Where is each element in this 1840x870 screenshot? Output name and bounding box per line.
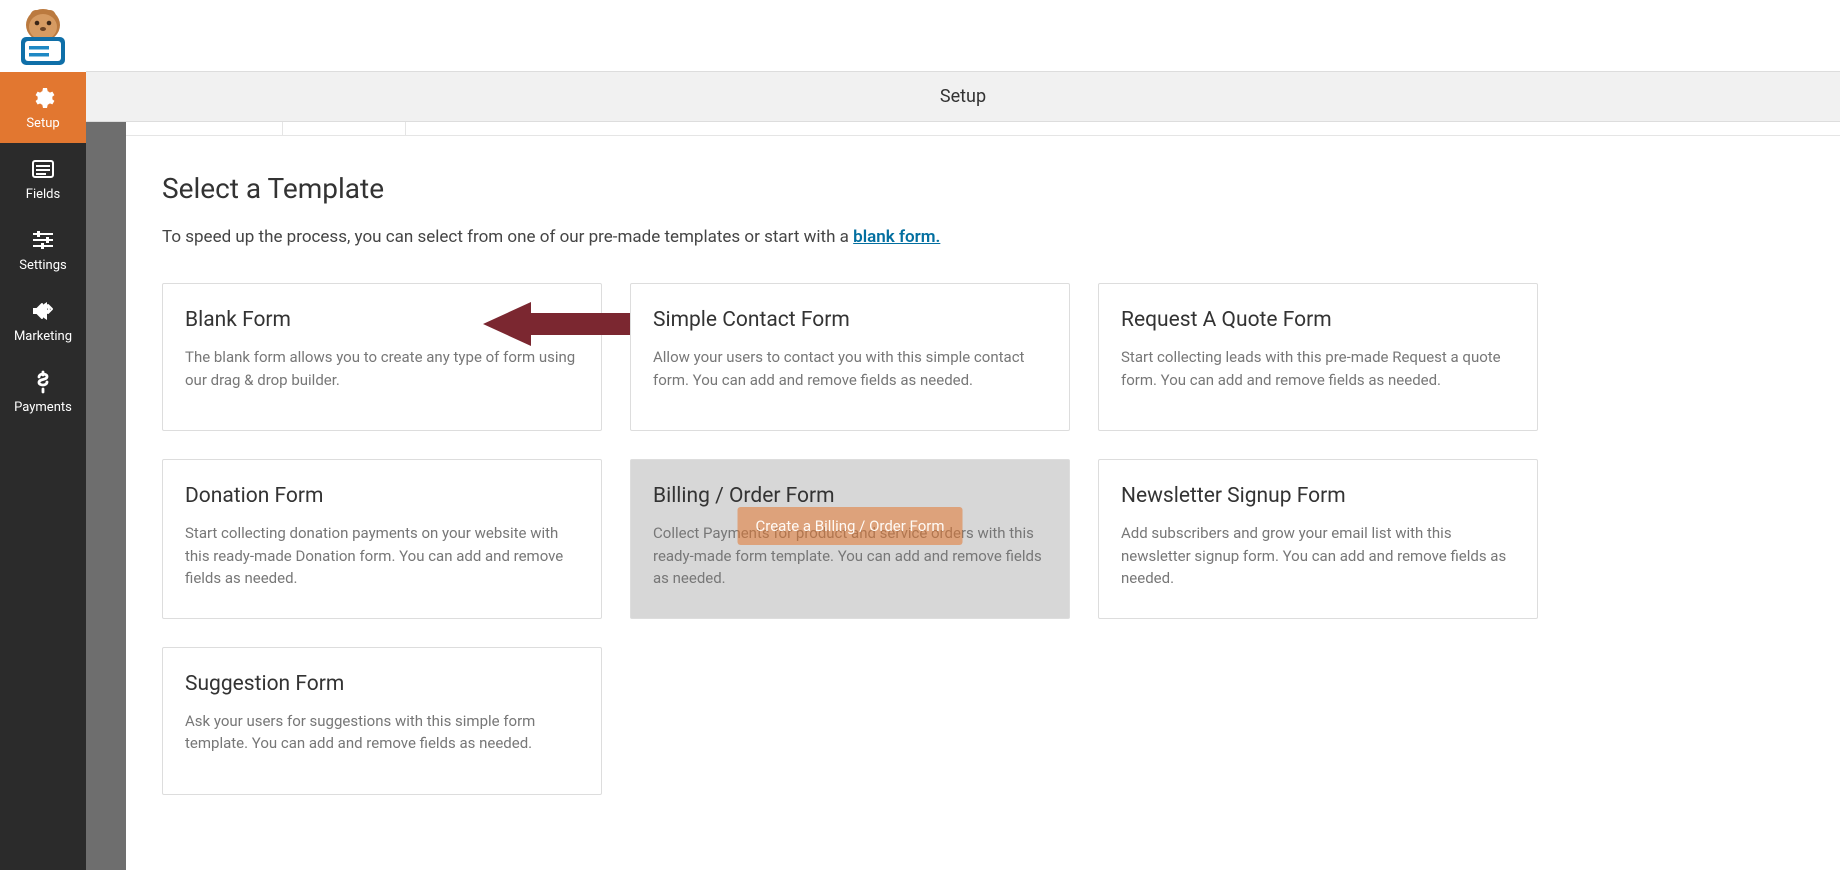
template-desc: Start collecting leads with this pre-mad… [1121, 346, 1515, 391]
template-title: Newsletter Signup Form [1121, 484, 1515, 508]
dollar-icon [30, 370, 56, 394]
wpforms-logo-icon [11, 7, 75, 65]
page-subtitle: To speed up the process, you can select … [162, 227, 1650, 247]
nav-label: Marketing [14, 329, 72, 344]
template-simple-contact-form[interactable]: Simple Contact Form Allow your users to … [630, 283, 1070, 431]
template-desc: Allow your users to contact you with thi… [653, 346, 1047, 391]
main-area: Setup Select a Template To speed up the … [86, 0, 1840, 870]
nav-label: Payments [14, 400, 72, 415]
nav-item-marketing[interactable]: Marketing [0, 285, 86, 356]
nav-label: Settings [19, 258, 66, 273]
template-desc: Add subscribers and grow your email list… [1121, 522, 1515, 590]
template-billing-order-form[interactable]: Billing / Order Form Collect Payments fo… [630, 459, 1070, 619]
template-title: Donation Form [185, 484, 579, 508]
template-title: Simple Contact Form [653, 308, 1047, 332]
template-grid: Blank Form The blank form allows you to … [162, 283, 1650, 795]
nav-item-fields[interactable]: Fields [0, 143, 86, 214]
template-suggestion-form[interactable]: Suggestion Form Ask your users for sugge… [162, 647, 602, 795]
template-blank-form[interactable]: Blank Form The blank form allows you to … [162, 283, 602, 431]
sidebar: Setup Fields Settings Marketing Payments [0, 0, 86, 870]
template-desc: The blank form allows you to create any … [185, 346, 579, 391]
template-title: Suggestion Form [185, 672, 579, 696]
sliders-icon [30, 228, 56, 252]
template-desc: Ask your users for suggestions with this… [185, 710, 579, 755]
list-icon [30, 157, 56, 181]
nav-label: Fields [26, 187, 60, 202]
template-donation-form[interactable]: Donation Form Start collecting donation … [162, 459, 602, 619]
nav-label: Setup [26, 116, 59, 131]
template-title: Request A Quote Form [1121, 308, 1515, 332]
template-desc: Start collecting donation payments on yo… [185, 522, 579, 590]
arrow-left-icon [483, 302, 643, 346]
header-bar [86, 0, 1840, 72]
template-newsletter-signup-form[interactable]: Newsletter Signup Form Add subscribers a… [1098, 459, 1538, 619]
gear-icon [30, 86, 56, 110]
template-request-a-quote-form[interactable]: Request A Quote Form Start collecting le… [1098, 283, 1538, 431]
nav-item-settings[interactable]: Settings [0, 214, 86, 285]
create-template-button[interactable]: Create a Billing / Order Form [738, 507, 963, 545]
template-title: Billing / Order Form [653, 484, 1047, 508]
subtitle-text: To speed up the process, you can select … [162, 227, 853, 247]
section-header: Setup [86, 72, 1840, 122]
nav-item-setup[interactable]: Setup [0, 72, 86, 143]
blank-form-link[interactable]: blank form. [853, 227, 940, 247]
divider-column [86, 122, 126, 870]
bullhorn-icon [30, 299, 56, 323]
page-title: Select a Template [162, 172, 1650, 205]
content: Select a Template To speed up the proces… [126, 122, 1840, 870]
tab-remnant [126, 122, 1840, 136]
logo [0, 0, 86, 72]
nav-item-payments[interactable]: Payments [0, 356, 86, 427]
